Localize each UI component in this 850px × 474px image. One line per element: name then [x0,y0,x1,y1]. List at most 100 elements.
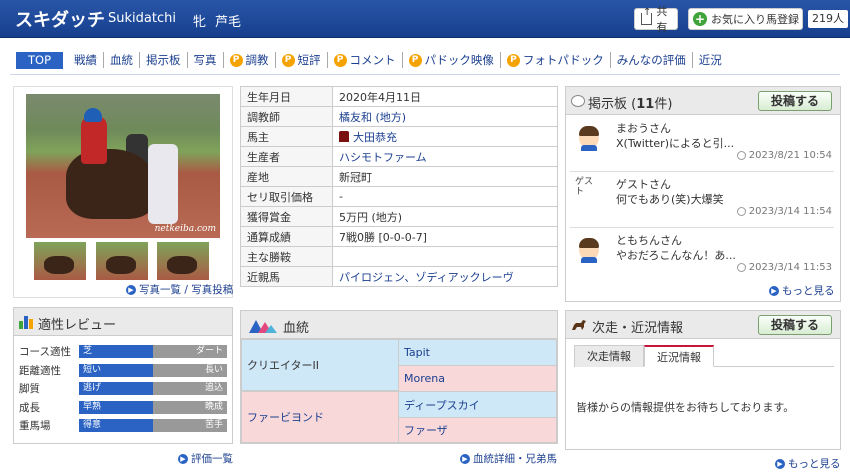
aptitude-list-link[interactable]: ▶ 評価一覧 [178,451,233,466]
profile-row: 獲得賞金 5万円 (地方) [240,206,558,227]
next-race-header: 次走・近況情報 投稿する [566,311,840,339]
profile-value[interactable]: パイロジェン、ゾディアックレーヴ [332,266,558,287]
aptitude-title: 適性レビュー [38,318,117,333]
post-text: X(Twitter)によると引... [616,137,735,150]
clock-icon [736,151,746,160]
arrow-icon: ▶ [460,453,470,464]
premium-icon: P [333,53,347,67]
clock-icon [736,207,746,216]
photo-thumbnail[interactable] [96,242,148,280]
aptitude-bar: 逃げ 追込 [79,382,227,395]
next-race-panel: 次走・近況情報 投稿する 次走情報 近況情報 皆様からの情報提供をお待ちしており… [565,310,841,450]
profile-value[interactable]: 大田恭充 [332,126,558,147]
profile-table: 生年月日 2020年4月11日 調教師 橘友和 (地方) 馬主 大田恭充 生産者 ハシモトファ… [240,86,558,287]
tab-label: みんなの評価 [616,53,686,67]
tab-label: フォトパドック [522,53,604,67]
aptitude-right: 晩成 [204,401,223,412]
profile-key: 調教師 [240,106,333,127]
tab-9[interactable]: P フォトパドック [501,52,611,68]
tab-next-race[interactable]: 次走情報 [574,345,644,367]
profile-value[interactable]: 橘友和 (地方) [332,106,558,127]
horse-name-romaji: Sukidatchi [108,11,176,26]
tab-label: 調教 [245,53,269,67]
aptitude-row: 成長 早熟 晩成 [19,400,227,414]
bbs-post[interactable]: ともちんさん やおだろこんなん！あ... 2023/3/14 11:53 [566,229,840,285]
next-race-more-link[interactable]: ▶ もっと見る [775,456,841,471]
photo-helmet [84,108,102,122]
share-icon [641,7,653,25]
premium-icon: P [408,53,422,67]
pedigree-dam-dam[interactable]: ファーザ [398,417,557,443]
profile-row: 通算成績 7戦0勝 [0-0-0-7] [240,226,558,247]
tab-10[interactable]: みんなの評価 [611,52,693,68]
photo-watermark: netkeiba.com [154,224,216,234]
plus-icon: + [693,12,707,26]
main-photo[interactable]: netkeiba.com [26,94,220,238]
tab-11[interactable]: 近況 [693,52,728,68]
aptitude-panel: 適性レビュー コース適性 芝 ダート 距離適性 短い 長い 脚質 逃げ 追込 成長 早熟 晩成 重馬場 得… [13,307,233,444]
tab-0[interactable]: TOP [16,51,64,69]
aptitude-label: 成長 [19,401,40,414]
aptitude-left: 逃げ [83,383,102,393]
bbs-post-button[interactable]: 投稿する [758,91,832,111]
aptitude-right: 追込 [204,383,223,393]
photo-thumbnail[interactable] [34,242,86,280]
share-button[interactable]: 共有 [634,5,678,34]
pedigree-sire-dam[interactable]: Morena [398,365,557,392]
photo-thumbnail[interactable] [157,242,209,280]
speech-bubble-icon [571,95,585,107]
tab-7[interactable]: P コメント [328,52,403,68]
tab-2[interactable]: 血統 [104,52,141,68]
tab-label: 血統 [110,53,134,67]
aptitude-label: 脚質 [19,383,40,395]
tab-label: 短評 [297,53,321,67]
post-time: 2023/3/14 11:54 [736,206,832,217]
aptitude-row: 脚質 逃げ 追込 [19,381,227,395]
profile-row: 生産者 ハシモトファーム [240,146,558,167]
aptitude-left: 得意 [83,420,102,430]
next-race-post-button[interactable]: 投稿する [758,315,832,335]
profile-value: 2020年4月11日 [332,86,558,107]
pedigree-dam-sire[interactable]: ディープスカイ [398,391,557,418]
aptitude-right: ダート [195,346,223,356]
favorite-button[interactable]: + お気に入り馬登録 [688,8,803,30]
pedigree-logo-icon [249,320,277,333]
tab-label: 戦績 [74,53,98,67]
next-race-message: 皆様からの情報提供をお待ちしております。 [576,401,795,414]
pedigree-detail-label: 血統詳細・兄弟馬 [473,453,557,465]
pedigree-sire[interactable]: クリエイターII [241,339,399,391]
horse-coat: 芦毛 [215,15,242,30]
share-label: 共有 [656,5,668,34]
photo-links[interactable]: ▶ 写真一覧 / 写真投稿 [126,282,233,297]
pedigree-detail-link[interactable]: ▶ 血統詳細・兄弟馬 [460,451,557,466]
pedigree-title: 血統 [283,321,310,336]
pedigree-dam[interactable]: ファービヨンド [241,391,399,443]
tab-4[interactable]: 写真 [188,52,224,68]
divider [570,227,834,228]
bbs-post[interactable]: まおうさん X(Twitter)によると引... 2023/8/21 10:54 [566,117,840,173]
user-avatar-icon [576,235,602,263]
profile-key: 産地 [240,166,333,187]
tab-1[interactable]: 戦績 [68,52,105,68]
tab-label: TOP [28,53,52,67]
profile-value: 5万円 (地方) [332,206,558,227]
profile-key: セリ取引価格 [240,186,333,207]
aptitude-label: 距離適性 [19,364,61,377]
aptitude-bar: 芝 ダート [79,345,227,358]
tab-5[interactable]: P 調教 [224,52,276,68]
aptitude-row: 重馬場 得意 苦手 [19,418,227,432]
post-time: 2023/3/14 11:53 [736,262,832,273]
bbs-more-link[interactable]: ▶ もっと見る [769,283,835,298]
tab-3[interactable]: 掲示板 [140,52,188,68]
clock-icon [736,263,746,272]
post-author: まおうさん [616,122,671,135]
tab-8[interactable]: P パドック映像 [403,52,501,68]
next-race-more-label: もっと見る [788,458,841,470]
pedigree-sire-sire[interactable]: Tapit [398,339,557,366]
tab-6[interactable]: P 短評 [276,52,328,68]
bbs-post[interactable]: ゲスト ゲストさん 何でもあり(笑)大爆笑 2023/3/14 11:54 [566,173,840,229]
profile-key: 主な勝鞍 [240,246,333,267]
bbs-more-label: もっと見る [782,285,835,297]
tab-recent-info[interactable]: 近況情報 [644,345,714,367]
profile-value[interactable]: ハシモトファーム [332,146,558,167]
